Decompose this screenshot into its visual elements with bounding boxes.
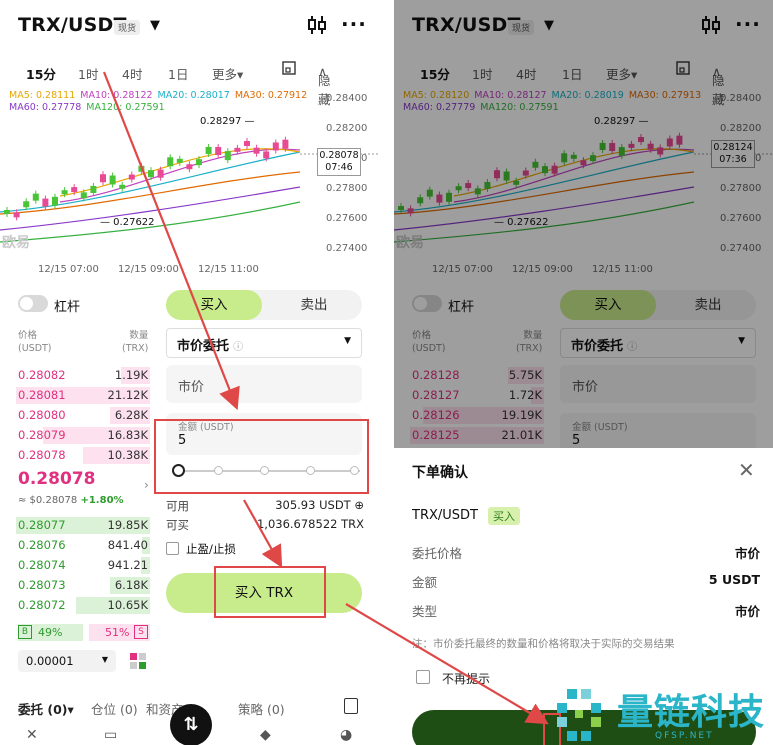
arrow-to-buy — [243, 499, 283, 568]
brand-domain: QFSP.NET — [655, 731, 714, 741]
arrow-to-confirm — [345, 603, 549, 725]
brand-name: 量链科技 — [617, 692, 766, 733]
brand-logo-icon — [557, 689, 601, 741]
arrow-to-amount — [102, 71, 240, 411]
annotation-arrows — [102, 71, 549, 725]
brand-watermark: 量链科技 QFSP.NET — [551, 681, 773, 745]
